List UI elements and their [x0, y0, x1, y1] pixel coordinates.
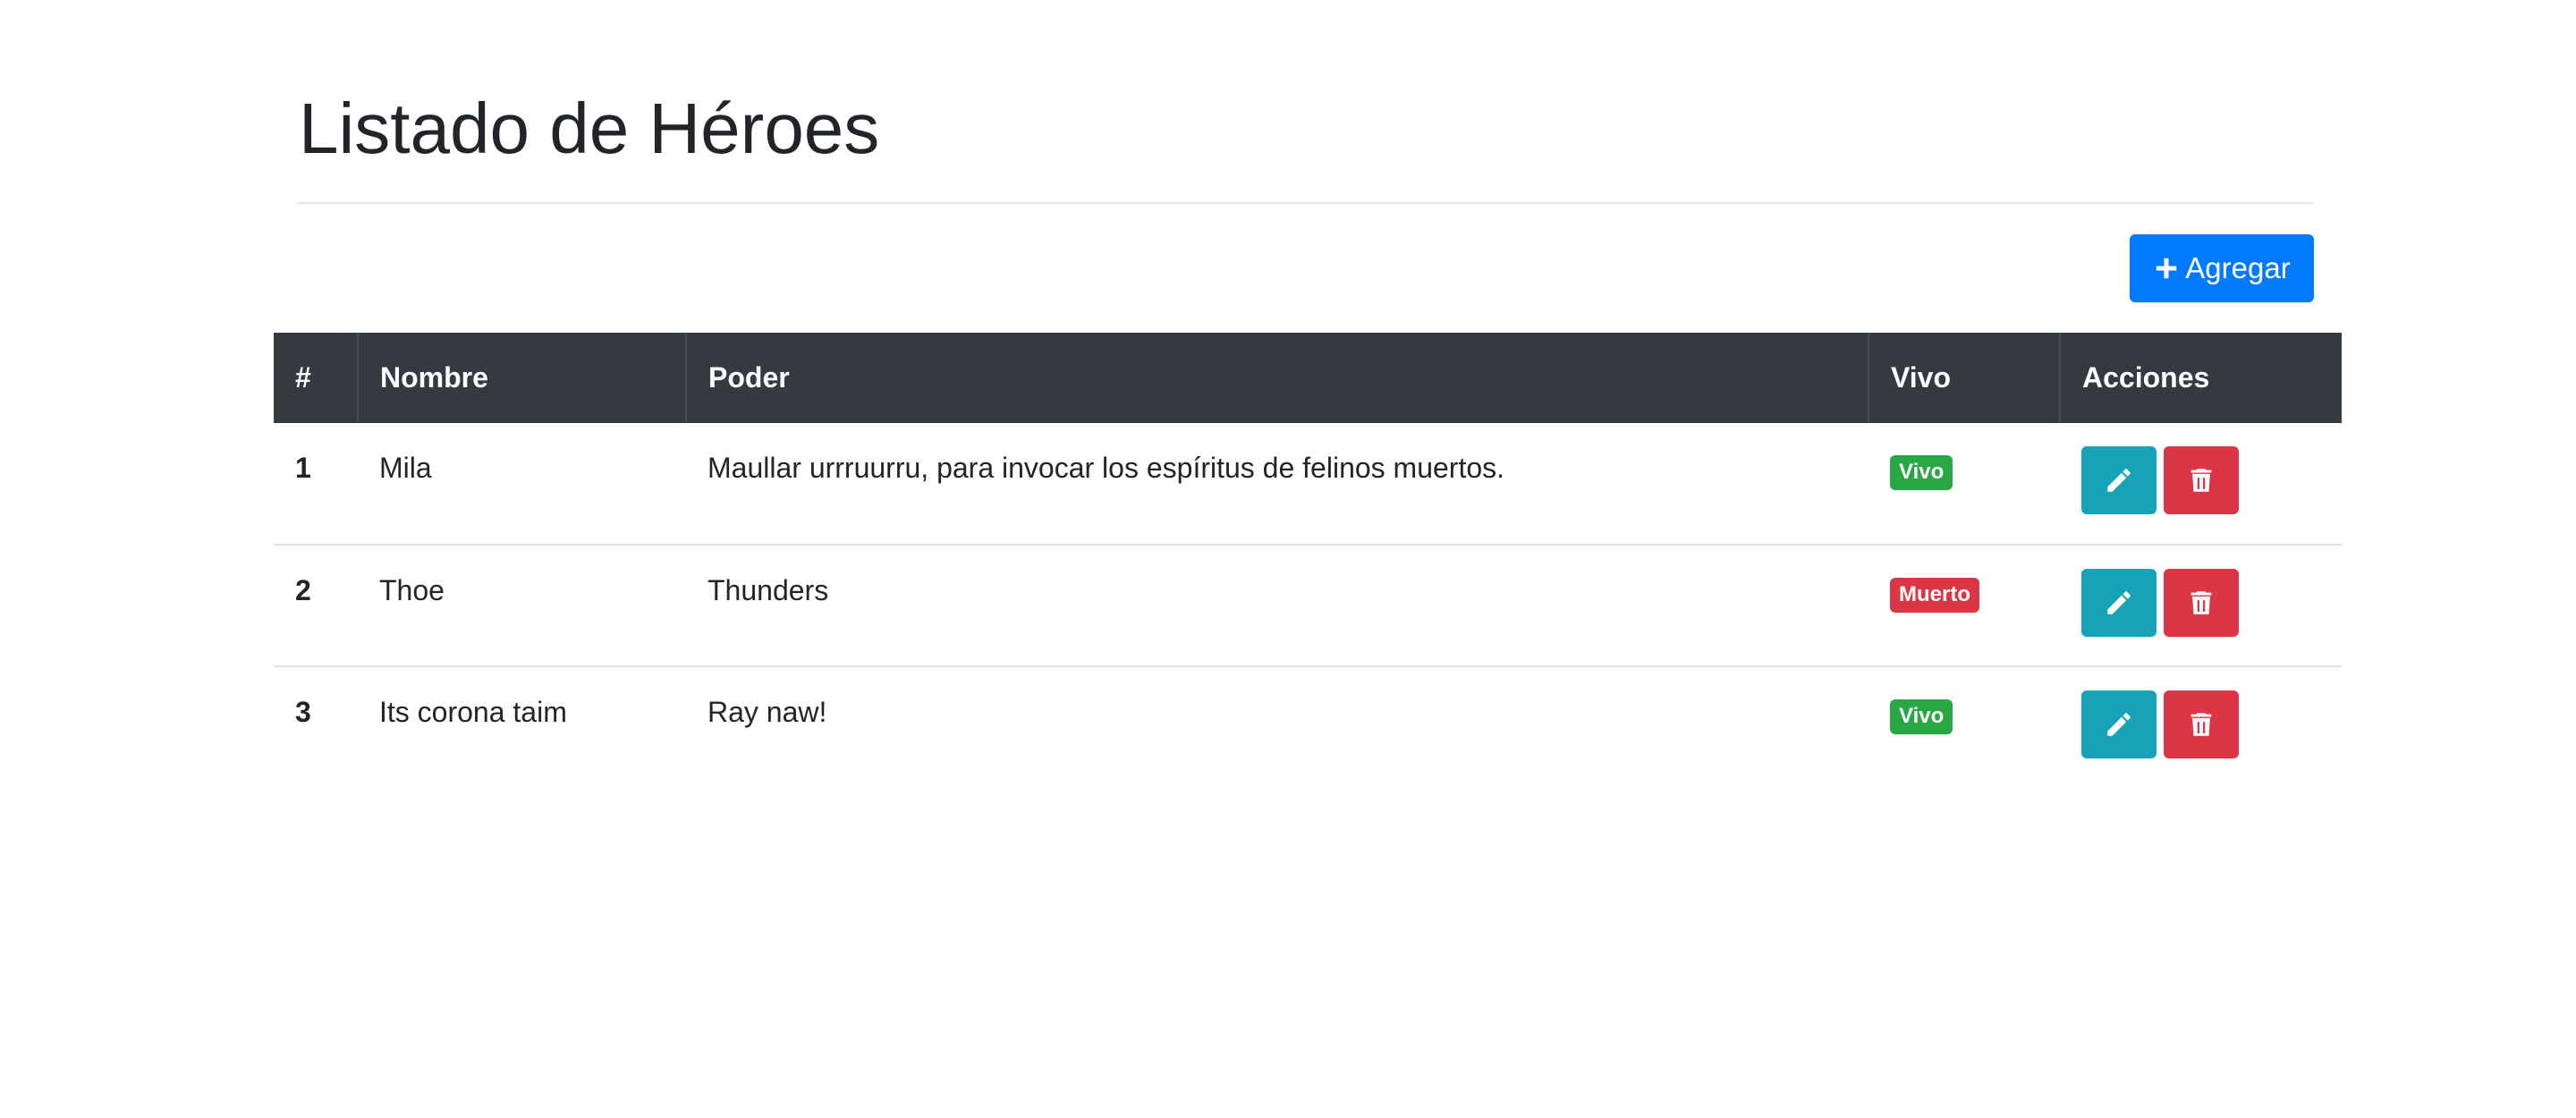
actions-cell — [2060, 544, 2342, 666]
status-badge: Vivo — [1890, 699, 1953, 734]
title-divider — [297, 202, 2313, 204]
hero-power: Thunders — [686, 544, 1868, 666]
plus-icon — [2153, 255, 2180, 282]
delete-button[interactable] — [2164, 446, 2239, 514]
heroes-table: # Nombre Poder Vivo Acciones 1 Mila Maul… — [274, 333, 2342, 788]
hero-name: Its corona taim — [358, 665, 686, 788]
status-badge: Vivo — [1890, 455, 1953, 490]
delete-button[interactable] — [2164, 690, 2239, 758]
table-row: 2 Thoe Thunders Muerto — [274, 544, 2342, 666]
trash-icon — [2186, 588, 2216, 618]
edit-button[interactable] — [2081, 690, 2157, 758]
page-title: Listado de Héroes — [299, 89, 880, 168]
column-header-number: # — [274, 333, 358, 423]
status-cell: Vivo — [1868, 665, 2060, 788]
trash-icon — [2186, 709, 2216, 740]
hero-name: Mila — [379, 452, 432, 484]
status-badge: Muerto — [1890, 578, 1979, 613]
column-header-name: Nombre — [357, 333, 686, 423]
delete-button[interactable] — [2164, 569, 2239, 637]
table-row: 3 Its corona taim Ray naw! Vivo — [274, 665, 2342, 788]
edit-button[interactable] — [2081, 446, 2157, 514]
table-header: # Nombre Poder Vivo Acciones — [274, 333, 2342, 423]
table-row: 1 Mila Maullar urrruurru, para invocar l… — [274, 423, 2342, 545]
hero-power: Ray naw! — [686, 665, 1868, 788]
hero-name: Thoe — [358, 544, 686, 666]
add-button-label: Agregar — [2185, 251, 2291, 284]
column-header-actions: Acciones — [2059, 333, 2342, 423]
actions-cell — [2060, 665, 2342, 788]
pencil-icon — [2104, 465, 2134, 495]
pencil-icon — [2104, 709, 2134, 740]
column-header-power: Poder — [685, 333, 1868, 423]
row-number: 2 — [274, 544, 358, 666]
pencil-icon — [2104, 588, 2134, 618]
column-header-alive: Vivo — [1868, 333, 2060, 423]
actions-cell — [2060, 423, 2342, 545]
row-number: 3 — [274, 665, 358, 788]
status-cell: Muerto — [1868, 544, 2060, 666]
hero-power: Maullar urrruurru, para invocar los espí… — [708, 452, 1505, 484]
edit-button[interactable] — [2081, 569, 2157, 637]
status-cell: Vivo — [1868, 423, 2060, 545]
trash-icon — [2186, 465, 2216, 495]
add-hero-button[interactable]: Agregar — [2130, 234, 2314, 302]
row-number: 1 — [295, 452, 311, 484]
